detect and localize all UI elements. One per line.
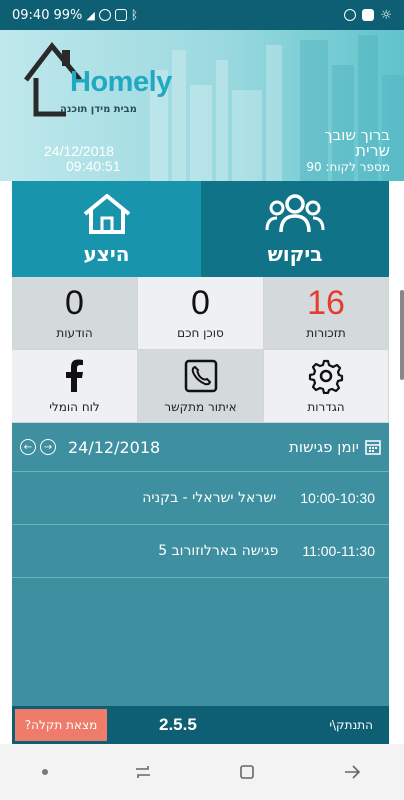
reminders-tile[interactable]: 16 תזכורות xyxy=(264,277,389,350)
reminders-label: תזכורות xyxy=(306,326,346,340)
supply-tile[interactable]: היצע xyxy=(12,181,201,277)
status-time: 09:40 xyxy=(12,7,50,23)
status-bar: 09:40 99% ◢ ᛒ ☼ xyxy=(0,0,404,30)
meeting-text: ישראל ישראלי - בקניה xyxy=(142,490,277,506)
homely-board-tile[interactable]: לוח הומלי xyxy=(12,350,138,423)
settings-label: הגדרות xyxy=(307,400,345,414)
alarm-icon xyxy=(98,9,111,21)
supply-label: היצע xyxy=(83,242,130,266)
system-nav-bar xyxy=(0,744,404,800)
bluetooth-icon: ᛒ xyxy=(130,8,139,22)
customer-number: מספר לקוח: 90 xyxy=(306,160,390,174)
meeting-item[interactable]: 11:00-11:30 פגישה בארלוזורוב 5 xyxy=(12,524,389,577)
demand-tile[interactable]: ביקוש xyxy=(201,181,389,277)
smart-agent-label: סוכן חכם xyxy=(177,326,224,340)
logo-title: Homely xyxy=(70,66,172,98)
settings-tile[interactable]: הגדרות xyxy=(264,350,389,423)
app-header: Homely מבית מידן תוכנה 24/12/2018 09:40:… xyxy=(0,30,404,181)
phone-icon xyxy=(184,359,217,393)
vibrate-icon xyxy=(114,9,127,21)
logo-subtitle: מבית מידן תוכנה xyxy=(60,104,137,115)
status-battery: 99% xyxy=(53,7,83,23)
stats-grid: 0 הודעות 0 סוכן חכם 16 תזכורות לוח הומלי… xyxy=(12,277,389,423)
app-footer: מצאת תקלה? 2.5.5 התנתק\י xyxy=(12,706,389,744)
smart-agent-tile[interactable]: 0 סוכן חכם xyxy=(138,277,264,350)
meeting-time: 10:00-10:30 xyxy=(300,490,375,506)
recent-apps-icon[interactable] xyxy=(133,762,153,782)
header-time: 09:40:51 xyxy=(66,158,121,174)
app-version: 2.5.5 xyxy=(159,715,197,734)
caller-id-label: איתור מתקשר xyxy=(164,400,237,414)
header-date: 24/12/2018 xyxy=(44,143,115,159)
home-button-icon[interactable] xyxy=(237,762,257,782)
sync-icon xyxy=(344,9,357,21)
main-tiles: היצע ביקוש xyxy=(12,181,389,277)
prev-day-button[interactable]: ← xyxy=(20,439,36,455)
reminders-count: 16 xyxy=(307,284,345,322)
house-icon xyxy=(83,194,130,234)
diary-divider xyxy=(12,577,389,578)
scrollbar[interactable] xyxy=(400,290,404,380)
diary-date: 24/12/2018 xyxy=(68,437,161,457)
meetings-diary: ← → 24/12/2018 יומן פגישות 10:00-10:30 י… xyxy=(12,423,389,706)
report-bug-button[interactable]: מצאת תקלה? xyxy=(15,709,107,741)
back-arrow-icon[interactable] xyxy=(342,762,362,782)
messages-count: 0 xyxy=(65,284,84,322)
signal-icon: ◢ xyxy=(86,8,95,22)
smart-agent-count: 0 xyxy=(191,284,210,322)
greeting-block: ברוך שובך שרית מספר לקוח: 90 xyxy=(306,126,390,174)
gear-icon xyxy=(308,359,344,394)
meeting-item[interactable]: 10:00-10:30 ישראל ישראלי - בקניה xyxy=(12,471,389,524)
users-group-icon xyxy=(265,194,325,233)
caller-id-tile[interactable]: איתור מתקשר xyxy=(138,350,264,423)
facebook-icon xyxy=(65,359,83,392)
calendar-icon xyxy=(365,440,381,455)
meeting-text: פגישה בארלוזורוב 5 xyxy=(158,543,279,559)
facebook-notify-icon xyxy=(362,9,375,21)
next-day-button[interactable]: → xyxy=(40,439,56,455)
messages-label: הודעות xyxy=(56,326,93,340)
homely-board-label: לוח הומלי xyxy=(49,400,100,414)
diary-header: ← → 24/12/2018 יומן פגישות xyxy=(12,423,389,471)
messages-tile[interactable]: 0 הודעות xyxy=(12,277,138,350)
diary-title: יומן פגישות xyxy=(289,438,381,456)
weather-icon: ☼ xyxy=(380,7,392,23)
demand-label: ביקוש xyxy=(267,242,323,266)
diary-title-text: יומן פגישות xyxy=(289,438,359,456)
nav-dot-icon[interactable] xyxy=(42,769,49,775)
meeting-time: 11:00-11:30 xyxy=(302,543,375,559)
logout-button[interactable]: התנתק\י xyxy=(329,718,373,732)
